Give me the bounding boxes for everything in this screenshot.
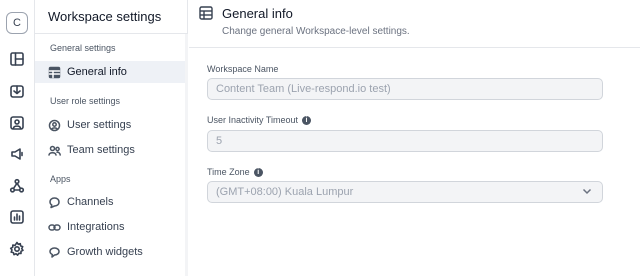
sidebar-item-user-settings[interactable]: User settings xyxy=(35,114,186,136)
workspace-name-label: Workspace Name xyxy=(207,64,278,74)
time-zone-value: (GMT+08:00) Kuala Lumpur xyxy=(216,186,354,198)
time-zone-select[interactable]: (GMT+08:00) Kuala Lumpur xyxy=(207,181,603,203)
section-label-user-role: User role settings xyxy=(50,96,121,106)
sidebar-item-general-info[interactable]: General info xyxy=(35,61,186,83)
workspace-name-field[interactable]: Content Team (Live-respond.io test) xyxy=(207,78,603,100)
contacts-icon[interactable] xyxy=(8,114,26,132)
workspace-name-label-text: Workspace Name xyxy=(207,64,279,74)
users-icon xyxy=(48,145,61,156)
chat-icon xyxy=(49,196,60,208)
link-icon xyxy=(48,223,61,231)
sidebar-item-team-settings[interactable]: Team settings xyxy=(35,139,186,161)
workflows-icon[interactable] xyxy=(8,177,26,195)
sidebar-item-label: Channels xyxy=(67,196,114,208)
sidebar-item-label: Team settings xyxy=(67,144,135,156)
dashboard-icon[interactable] xyxy=(8,50,26,68)
sidebar-item-growth-widgets[interactable]: Growth widgets xyxy=(35,241,186,263)
sidebar-item-label: Integrations xyxy=(67,221,125,233)
table-icon xyxy=(48,66,61,78)
inactivity-timeout-label: User Inactivity Timeout i xyxy=(207,115,312,125)
reports-icon[interactable] xyxy=(8,208,26,226)
user-gear-icon xyxy=(48,119,61,131)
sidebar-item-integrations[interactable]: Integrations xyxy=(35,216,186,238)
chevron-down-icon xyxy=(582,186,592,199)
inbox-icon[interactable] xyxy=(8,82,26,100)
main-content: General info Change general Workspace-le… xyxy=(189,0,640,276)
table-icon xyxy=(199,6,213,20)
inactivity-timeout-label-text: User Inactivity Timeout xyxy=(207,115,299,125)
header-divider xyxy=(189,47,640,48)
sidebar-item-label: General info xyxy=(67,66,127,78)
icon-rail: C xyxy=(0,0,35,276)
sidebar-item-label: User settings xyxy=(67,119,132,131)
sidebar-scrollbar[interactable] xyxy=(185,34,188,276)
page-title: General info xyxy=(222,6,293,21)
sidebar-item-label: Growth widgets xyxy=(67,246,143,258)
page-subtitle: Change general Workspace-level settings. xyxy=(222,26,410,37)
time-zone-label: Time Zone i xyxy=(207,167,263,177)
workspace-avatar[interactable]: C xyxy=(6,12,28,34)
section-label-general: General settings xyxy=(50,43,116,53)
broadcasts-icon[interactable] xyxy=(8,145,26,163)
time-zone-label-text: Time Zone xyxy=(207,167,250,177)
inactivity-timeout-field[interactable]: 5 xyxy=(207,130,603,152)
settings-icon[interactable] xyxy=(8,240,26,258)
info-icon[interactable]: i xyxy=(302,115,312,125)
sidebar-title: Workspace settings xyxy=(48,9,162,24)
section-label-apps: Apps xyxy=(50,174,71,184)
sidebar-divider xyxy=(35,33,188,34)
sidebar-item-channels[interactable]: Channels xyxy=(35,191,186,213)
widget-icon xyxy=(49,246,60,258)
settings-sidebar: Workspace settings General settings Gene… xyxy=(35,0,188,276)
info-icon[interactable]: i xyxy=(253,167,263,177)
